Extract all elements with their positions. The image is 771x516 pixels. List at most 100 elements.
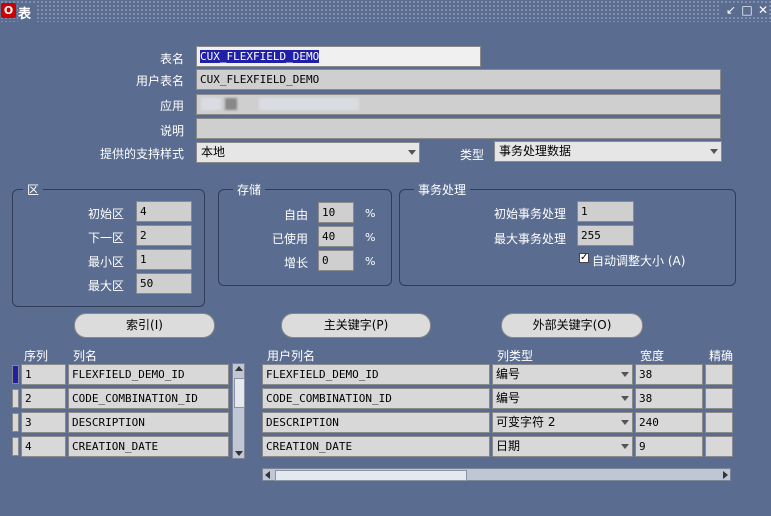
table-row-seq[interactable]: 1	[21, 364, 66, 385]
max-transactions-label: 最大事务处理	[493, 232, 566, 246]
title-bar: O 表 ↙ □ ✕	[0, 0, 771, 22]
next-extent-field[interactable]: 2	[136, 225, 192, 246]
table-row-precision[interactable]	[705, 412, 733, 433]
application-label: 应用	[159, 99, 184, 113]
scroll-down-icon[interactable]	[235, 451, 243, 456]
index-button[interactable]: 索引(I)	[74, 313, 215, 338]
row-selector[interactable]	[12, 389, 19, 408]
free-label: 自由	[283, 208, 308, 222]
redacted-text	[201, 98, 221, 110]
autosize-checkbox[interactable]: ✓	[579, 253, 589, 263]
table-row-col-name[interactable]: CREATION_DATE	[68, 436, 229, 457]
free-field[interactable]: 10	[318, 202, 354, 223]
growth-field[interactable]: 0	[318, 250, 354, 271]
table-row-width[interactable]: 9	[635, 436, 703, 457]
table-row-user-col-name[interactable]: CREATION_DATE	[262, 436, 490, 457]
table-row-user-col-name[interactable]: FLEXFIELD_DEMO_ID	[262, 364, 490, 385]
table-row-col-type[interactable]: 可变字符 2	[492, 412, 633, 433]
table-row-width[interactable]: 38	[635, 364, 703, 385]
horizontal-scrollbar[interactable]	[262, 468, 731, 481]
table-row-precision[interactable]	[705, 388, 733, 409]
min-extent-label: 最小区	[87, 255, 124, 269]
support-style-label: 提供的支持样式	[99, 147, 184, 161]
user-table-name-label: 用户表名	[135, 74, 184, 88]
type-label: 类型	[459, 148, 484, 162]
growth-label: 增长	[283, 256, 308, 270]
table-row-width[interactable]: 240	[635, 412, 703, 433]
table-row-col-name[interactable]: CODE_COMBINATION_ID	[68, 388, 229, 409]
percent-sign: %	[365, 207, 376, 220]
application-field[interactable]	[196, 94, 721, 115]
chevron-down-icon	[408, 150, 416, 155]
min-extent-field[interactable]: 1	[136, 249, 192, 270]
table-row-seq[interactable]: 3	[21, 412, 66, 433]
table-row-seq[interactable]: 2	[21, 388, 66, 409]
user-table-name-field[interactable]: CUX_FLEXFIELD_DEMO	[196, 69, 721, 90]
chevron-down-icon	[621, 420, 629, 425]
scroll-right-icon[interactable]	[723, 471, 728, 479]
extent-group-title: 区	[23, 181, 44, 198]
window-title: 表	[18, 3, 36, 22]
storage-group-title: 存储	[233, 181, 266, 198]
oracle-logo-icon: O	[1, 3, 16, 18]
maximize-icon[interactable]: □	[741, 3, 753, 17]
max-extent-field[interactable]: 50	[136, 273, 192, 294]
table-row-user-col-name[interactable]: CODE_COMBINATION_ID	[262, 388, 490, 409]
next-extent-label: 下一区	[87, 231, 124, 245]
initial-extent-label: 初始区	[87, 207, 124, 221]
close-icon[interactable]: ✕	[757, 3, 769, 17]
chevron-down-icon	[621, 444, 629, 449]
redacted-text	[259, 98, 359, 110]
foreign-key-button[interactable]: 外部关键字(O)	[501, 313, 643, 338]
table-row-precision[interactable]	[705, 364, 733, 385]
table-name-label: 表名	[159, 52, 184, 66]
autosize-label: 自动调整大小 (A)	[592, 254, 686, 268]
header-width: 宽度	[640, 349, 665, 363]
transaction-group: 事务处理	[399, 181, 736, 286]
chevron-down-icon	[621, 396, 629, 401]
header-col-type: 列类型	[497, 349, 534, 363]
row-selector[interactable]	[12, 437, 19, 456]
table-row-col-name[interactable]: FLEXFIELD_DEMO_ID	[68, 364, 229, 385]
header-precision: 精确	[709, 349, 734, 363]
description-label: 说明	[159, 124, 184, 138]
used-field[interactable]: 40	[318, 226, 354, 247]
table-name-field[interactable]: CUX_FLEXFIELD_DEMO	[196, 46, 481, 67]
support-style-dropdown[interactable]: 本地	[196, 142, 420, 163]
used-label: 已使用	[271, 232, 308, 246]
header-col-name: 列名	[73, 349, 98, 363]
row-selector[interactable]	[12, 365, 19, 384]
transaction-group-title: 事务处理	[414, 181, 471, 198]
table-row-col-type[interactable]: 编号	[492, 364, 633, 385]
description-field[interactable]	[196, 118, 721, 139]
row-selector[interactable]	[12, 413, 19, 432]
scroll-left-icon[interactable]	[265, 471, 270, 479]
initial-transactions-field[interactable]: 1	[577, 201, 634, 222]
table-row-user-col-name[interactable]: DESCRIPTION	[262, 412, 490, 433]
table-row-width[interactable]: 38	[635, 388, 703, 409]
initial-transactions-label: 初始事务处理	[493, 207, 566, 221]
header-seq: 序列	[24, 349, 49, 363]
table-row-precision[interactable]	[705, 436, 733, 457]
table-row-seq[interactable]: 4	[21, 436, 66, 457]
initial-extent-field[interactable]: 4	[136, 201, 192, 222]
chevron-down-icon	[621, 372, 629, 377]
vertical-scrollbar[interactable]	[232, 363, 245, 459]
redacted-text	[225, 98, 237, 110]
max-transactions-field[interactable]: 255	[577, 225, 634, 246]
percent-sign: %	[365, 231, 376, 244]
scroll-thumb[interactable]	[275, 470, 467, 481]
minimize-icon[interactable]: ↙	[725, 3, 737, 17]
max-extent-label: 最大区	[87, 279, 124, 293]
type-dropdown[interactable]: 事务处理数据	[494, 141, 722, 162]
percent-sign: %	[365, 255, 376, 268]
scroll-up-icon[interactable]	[235, 366, 243, 371]
table-row-col-type[interactable]: 日期	[492, 436, 633, 457]
table-row-col-type[interactable]: 编号	[492, 388, 633, 409]
chevron-down-icon	[710, 149, 718, 154]
header-user-col-name: 用户列名	[267, 349, 316, 363]
scroll-thumb[interactable]	[234, 378, 245, 408]
primary-key-button[interactable]: 主关键字(P)	[281, 313, 431, 338]
table-row-col-name[interactable]: DESCRIPTION	[68, 412, 229, 433]
window-controls: ↙ □ ✕	[721, 3, 769, 17]
